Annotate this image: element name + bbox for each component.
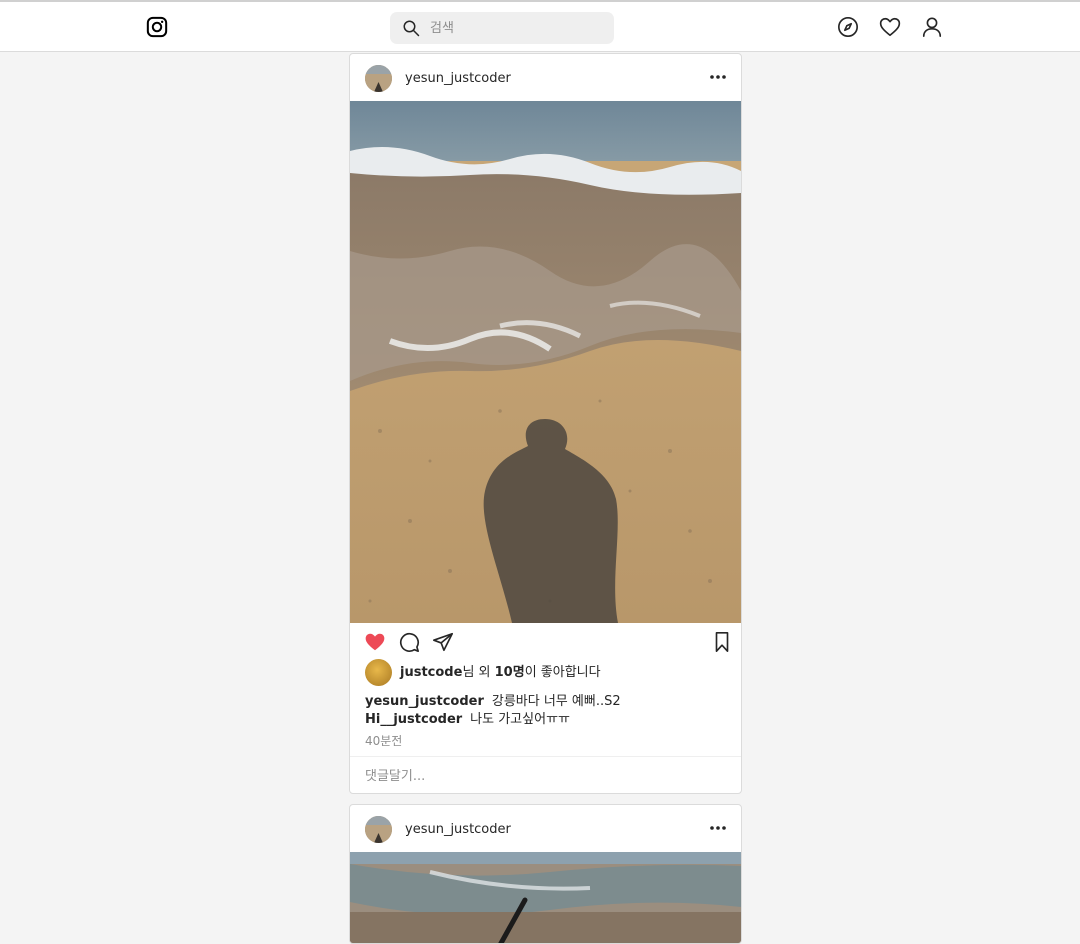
avatar[interactable] <box>365 65 392 92</box>
liker-avatar[interactable] <box>365 659 392 686</box>
likes-suffix: 님 외 <box>462 665 495 680</box>
top-navigation-bar <box>0 0 1080 52</box>
bookmark-icon[interactable] <box>711 631 733 653</box>
post-username[interactable]: yesun_justcoder <box>405 822 511 837</box>
heart-filled-icon[interactable] <box>364 631 386 653</box>
post-timestamp: 40분전 <box>365 734 403 748</box>
comment-username[interactable]: yesun_justcoder <box>365 694 484 709</box>
add-comment-area <box>350 756 741 793</box>
more-options-icon[interactable] <box>709 70 727 84</box>
avatar[interactable] <box>365 816 392 843</box>
comment-text: 나도 가고싶어ㅠㅠ <box>470 712 570 727</box>
likes-summary: justcode님 외 10명이 좋아합니다 <box>350 657 741 686</box>
likes-text: justcode님 외 10명이 좋아합니다 <box>400 661 601 680</box>
comment: Hi__justcoder 나도 가고싶어ㅠㅠ <box>365 711 726 729</box>
more-options-icon[interactable] <box>709 821 727 835</box>
post-card: yesun_justcoder <box>349 53 742 794</box>
comment-username[interactable]: Hi__justcoder <box>365 712 462 727</box>
post-card: yesun_justcoder <box>349 804 742 944</box>
post-username[interactable]: yesun_justcoder <box>405 71 511 86</box>
liker-username[interactable]: justcode <box>400 665 462 680</box>
post-header: yesun_justcoder <box>350 805 741 852</box>
user-icon[interactable] <box>921 16 943 38</box>
comment-text: 강릉바다 너무 예뻐..S2 <box>491 694 621 709</box>
search-input[interactable] <box>430 20 590 36</box>
instagram-icon[interactable] <box>146 16 168 38</box>
comments-section: yesun_justcoder 강릉바다 너무 예뻐..S2 Hi__justco… <box>350 685 741 749</box>
comment-icon[interactable] <box>398 631 420 653</box>
likes-suffix-2: 이 좋아합니다 <box>524 665 601 680</box>
compass-icon[interactable] <box>837 16 859 38</box>
post-image[interactable] <box>350 852 741 943</box>
heart-icon[interactable] <box>879 16 901 38</box>
comment: yesun_justcoder 강릉바다 너무 예뻐..S2 <box>365 693 726 711</box>
post-actions <box>350 623 741 657</box>
search-icon <box>403 20 420 37</box>
likes-count[interactable]: 10명 <box>495 665 525 680</box>
post-image[interactable] <box>350 101 741 623</box>
comment-input[interactable] <box>365 769 705 784</box>
share-icon[interactable] <box>432 631 454 653</box>
post-header: yesun_justcoder <box>350 54 741 101</box>
search-bar[interactable] <box>390 12 614 44</box>
